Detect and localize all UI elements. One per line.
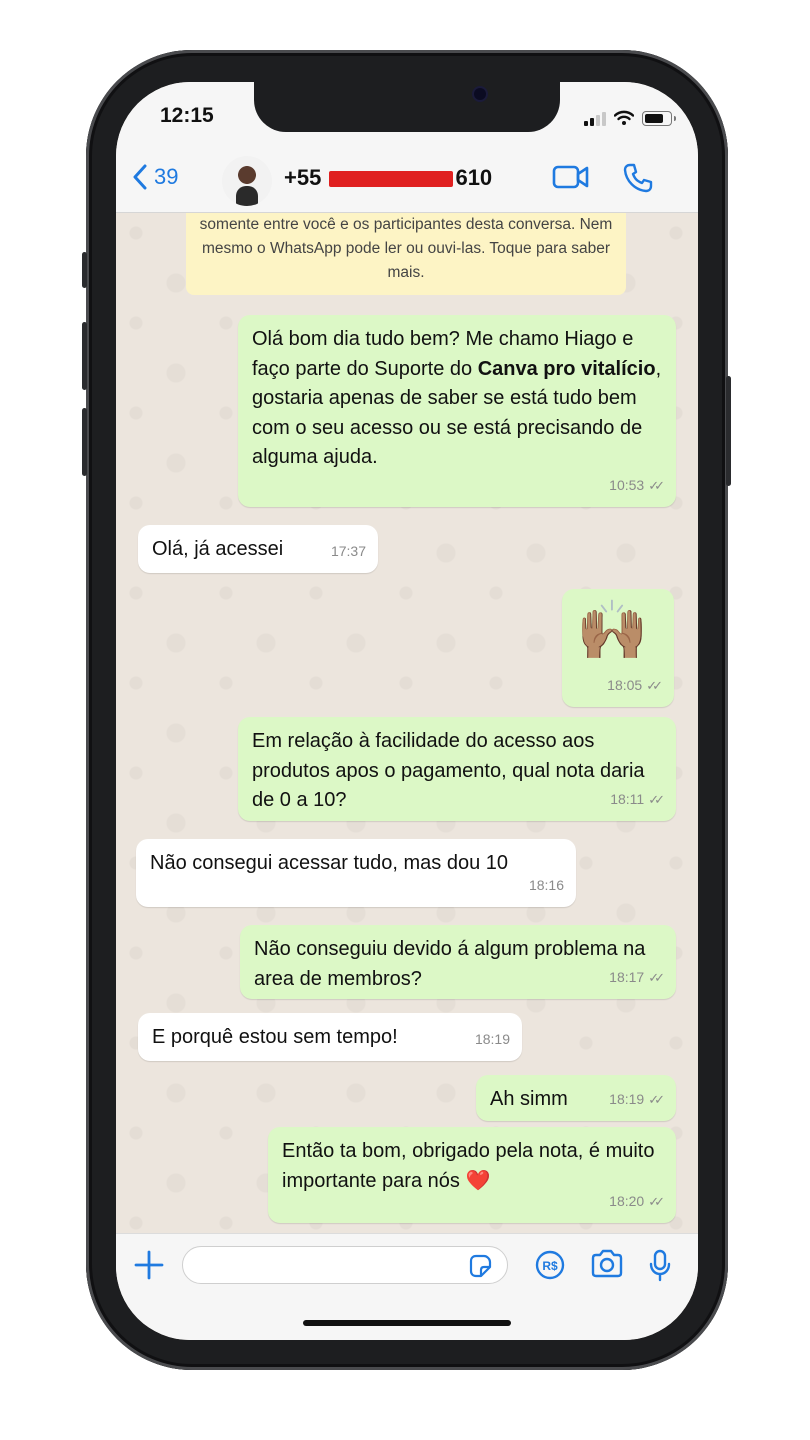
- message-text: Em relação à facilidade do acesso aos pr…: [252, 730, 645, 811]
- read-ticks-icon: ✓✓: [646, 677, 663, 693]
- message-outgoing[interactable]: 🙌🏽 18:05 ✓✓: [562, 589, 674, 707]
- redaction-bar: [329, 171, 454, 188]
- microphone-icon: [649, 1249, 671, 1282]
- message-text: E porquê estou sem tempo!: [152, 1026, 398, 1048]
- message-meta: 18:19 ✓✓: [609, 1085, 665, 1115]
- message-incoming[interactable]: Olá, já acessei 17:37: [138, 525, 378, 573]
- back-chevron-icon: [133, 164, 147, 190]
- message-incoming[interactable]: Não consegui acessar tudo, mas dou 10 18…: [136, 839, 576, 907]
- message-meta: 18:20 ✓✓: [609, 1187, 665, 1217]
- message-incoming[interactable]: E porquê estou sem tempo! 18:19: [138, 1013, 522, 1061]
- encryption-notice[interactable]: somente entre você e os participantes de…: [186, 213, 626, 295]
- video-call-icon: [552, 165, 589, 189]
- home-indicator[interactable]: [303, 1320, 511, 1326]
- attach-button[interactable]: [132, 1248, 166, 1282]
- message-meta: 18:05 ✓✓: [607, 671, 663, 701]
- message-input[interactable]: [182, 1246, 508, 1284]
- message-outgoing[interactable]: Ah simm 18:19 ✓✓: [476, 1075, 676, 1121]
- status-icons: [584, 108, 676, 128]
- message-text: Não conseguiu devido á algum problema na…: [254, 938, 646, 990]
- notch: [254, 82, 560, 132]
- raising-hands-emoji: 🙌🏽: [576, 598, 649, 663]
- svg-text:R$: R$: [542, 1259, 558, 1273]
- payment-button[interactable]: R$: [534, 1249, 566, 1286]
- side-button-volume-down: [82, 408, 87, 476]
- read-ticks-icon: ✓✓: [648, 1091, 665, 1107]
- message-meta: 18:11 ✓✓: [610, 785, 665, 815]
- read-ticks-icon: ✓✓: [648, 1193, 665, 1209]
- side-button-volume-up: [82, 322, 87, 390]
- contact-name[interactable]: +55 610: [284, 165, 492, 191]
- sticker-icon: [469, 1254, 492, 1278]
- message-list[interactable]: somente entre você e os participantes de…: [116, 213, 698, 1233]
- message-text: Não consegui acessar tudo, mas dou 10: [150, 852, 508, 874]
- unread-count: 39: [154, 164, 179, 189]
- front-camera: [474, 88, 486, 100]
- screen: 12:15 39 +55 610 somente entre você e os…: [116, 82, 698, 1340]
- contact-suffix: 610: [455, 165, 493, 190]
- message-text: Então ta bom, obrigado pela nota, é muit…: [282, 1140, 655, 1192]
- phone-call-icon: [623, 163, 653, 193]
- camera-icon: [591, 1249, 623, 1278]
- read-ticks-icon: ✓✓: [648, 477, 665, 493]
- avatar[interactable]: [222, 156, 272, 206]
- message-meta: 18:19: [474, 1030, 510, 1047]
- wifi-icon: [614, 110, 634, 125]
- message-outgoing[interactable]: Em relação à facilidade do acesso aos pr…: [238, 717, 676, 821]
- battery-icon: [642, 110, 676, 126]
- back-button[interactable]: 39: [132, 164, 178, 190]
- message-outgoing[interactable]: Olá bom dia tudo bem? Me chamo Hiago e f…: [238, 315, 676, 507]
- voice-button[interactable]: [648, 1249, 672, 1288]
- plus-icon: [134, 1250, 164, 1280]
- contact-prefix: +55: [284, 165, 322, 190]
- sticker-button[interactable]: [467, 1253, 493, 1284]
- message-meta: 17:37: [330, 542, 366, 559]
- camera-button[interactable]: [590, 1249, 624, 1284]
- video-call-button[interactable]: [552, 162, 590, 197]
- side-button-power: [726, 376, 731, 486]
- pix-icon: R$: [535, 1250, 565, 1280]
- status-time: 12:15: [160, 104, 214, 127]
- message-meta: 18:16: [528, 876, 564, 893]
- message-text: Olá, já acessei: [152, 538, 284, 560]
- message-meta: 10:53 ✓✓: [609, 471, 665, 501]
- read-ticks-icon: ✓✓: [648, 969, 665, 985]
- side-button-silent: [82, 252, 87, 288]
- read-ticks-icon: ✓✓: [648, 791, 665, 807]
- message-outgoing[interactable]: Então ta bom, obrigado pela nota, é muit…: [268, 1127, 676, 1223]
- message-outgoing[interactable]: Não conseguiu devido á algum problema na…: [240, 925, 676, 999]
- chat-header: 39 +55 610: [116, 148, 698, 213]
- phone-call-button[interactable]: [622, 162, 654, 199]
- message-text: Olá bom dia tudo bem? Me chamo Hiago e f…: [252, 328, 662, 468]
- message-meta: 18:17 ✓✓: [609, 963, 665, 993]
- signal-icon: [584, 111, 606, 126]
- message-text: Ah simm: [490, 1088, 568, 1110]
